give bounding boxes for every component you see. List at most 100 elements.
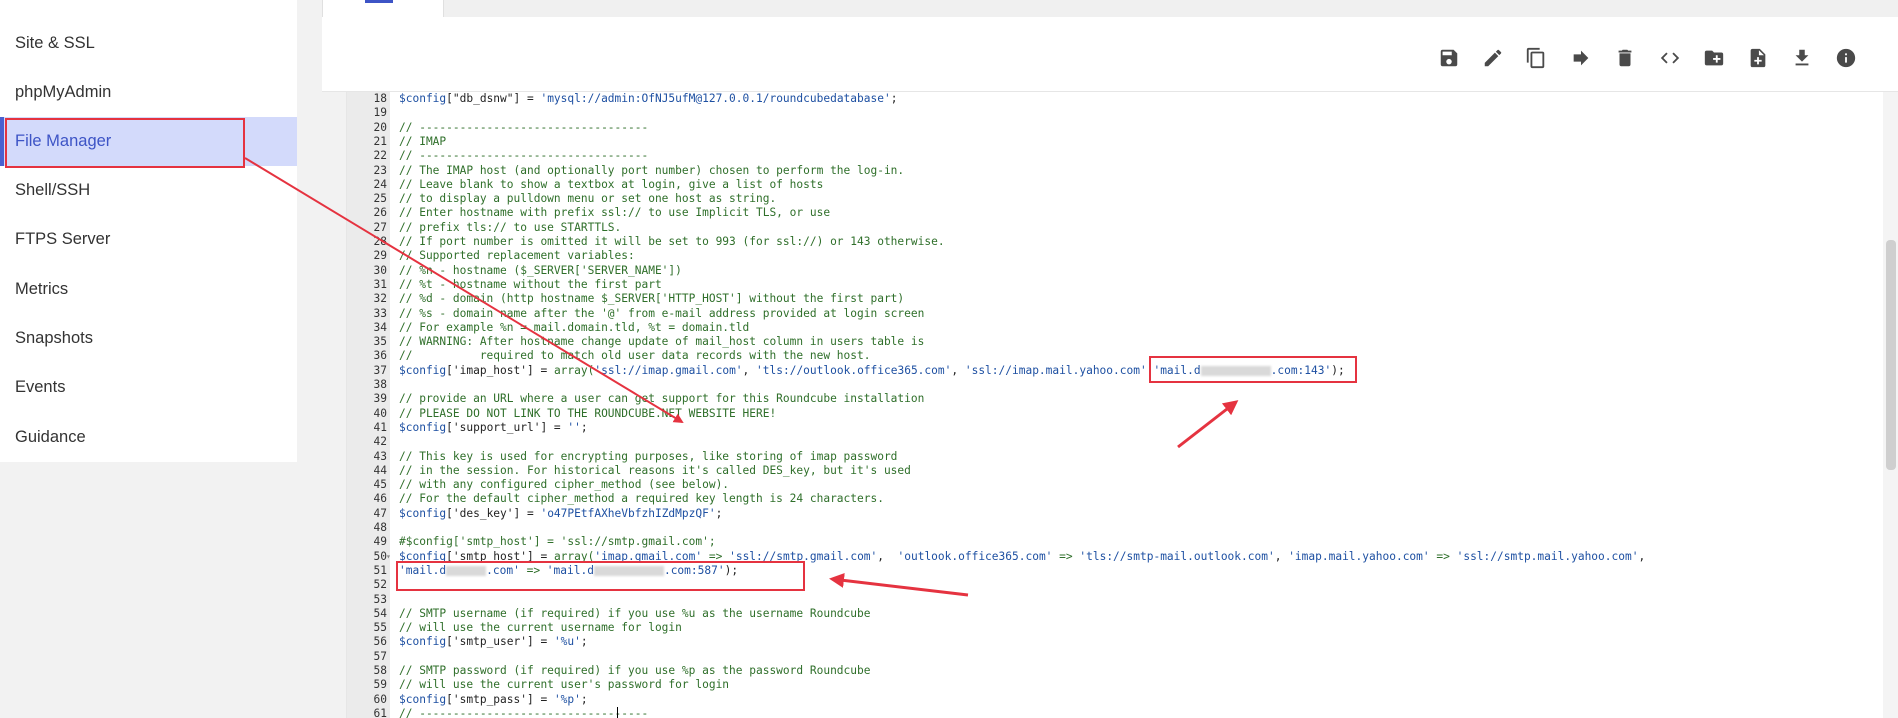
code-token: // Enter hostname with prefix ssl:// to … [399, 206, 831, 220]
code-token: ['smtp_user'] = [446, 635, 554, 649]
code-token: ['smtp_pass'] = [446, 692, 554, 706]
line-number: 58 [373, 664, 387, 677]
info-icon[interactable] [1833, 45, 1859, 71]
line-number: 43 [373, 449, 387, 463]
line-code: // ---------------------------------- [399, 149, 648, 163]
sidebar-item-snapshots[interactable]: Snapshots [0, 314, 297, 363]
code-line: 52 [347, 578, 1867, 592]
line-number: 46 [373, 492, 387, 506]
line-code: // The IMAP host (and optionally port nu… [399, 164, 904, 178]
scrollbar-thumb[interactable] [1886, 240, 1896, 470]
sidebar-item-metrics[interactable]: Metrics [0, 265, 297, 314]
code-line: 48 [347, 521, 1867, 535]
code-token: // with any configured cipher_method (se… [399, 478, 730, 492]
line-number: 28 [373, 235, 387, 248]
code-token: // This key is used for encrypting purpo… [399, 449, 898, 463]
line-code: $config['smtp_user'] = '%u'; [399, 635, 588, 649]
code-token: , [742, 363, 757, 377]
line-number: 59 [373, 678, 387, 692]
move-icon[interactable] [1568, 45, 1594, 71]
code-line: 56 $config['smtp_user'] = '%u'; [347, 635, 1867, 649]
code-token: 'ssl://smtp.mail.yahoo.com' [1456, 549, 1639, 563]
text-cursor [617, 706, 618, 718]
code-line: 32 // %d - domain (http hostname $_SERVER… [347, 292, 1867, 306]
code-token: 'ssl://imap.mail.yahoo.com' [964, 363, 1147, 377]
sidebar-item-label: Snapshots [15, 329, 93, 347]
code-token: // to display a pulldown menu or set one… [399, 192, 777, 206]
sidebar-item-phpmyadmin[interactable]: phpMyAdmin [0, 68, 297, 117]
code-token: // For example %n = mail.domain.tld, %t … [399, 320, 750, 334]
code-icon[interactable] [1657, 45, 1683, 71]
line-number: 60 [373, 692, 387, 706]
code-line: 61 // ---------------------------------- [347, 707, 1867, 718]
line-number: 23 [373, 163, 387, 177]
line-number: 35 [373, 335, 387, 349]
code-token: , [1274, 549, 1289, 563]
code-token: ['smtp_host'] = [446, 549, 554, 563]
line-code: $config['smtp_pass'] = '%p'; [399, 693, 588, 707]
code-line: 45 // with any configured cipher_method (… [347, 478, 1867, 492]
code-line: 34 // For example %n = mail.domain.tld, %… [347, 321, 1867, 335]
sidebar-item-label: Events [15, 378, 66, 396]
code-token: 'mail.d [546, 563, 594, 577]
code-token: // For the default cipher_method a requi… [399, 492, 884, 506]
code-token: ['imap_host'] = [446, 363, 554, 377]
line-code: // will use the current username for log… [399, 621, 682, 635]
code-token: // in the session. For historical reason… [399, 463, 911, 477]
sidebar-item-shell-ssh[interactable]: Shell/SSH [0, 166, 297, 215]
sidebar-item-ftps-server[interactable]: FTPS Server [0, 215, 297, 264]
line-number: 55 [373, 621, 387, 635]
new-file-icon[interactable] [1745, 45, 1771, 71]
sidebar-item-site-ssl[interactable]: Site & SSL [0, 19, 297, 68]
code-token: // Leave blank to show a textbox at logi… [399, 177, 824, 191]
fold-toggle-icon[interactable]: ▾ [386, 550, 391, 564]
line-number: 27 [373, 220, 387, 234]
code-token: // %s - domain name after the '@' from e… [399, 306, 925, 320]
line-code: // required to match old user data recor… [399, 349, 870, 363]
line-code: // %d - domain (http hostname $_SERVER['… [399, 292, 904, 306]
code-line: 25 // to display a pulldown menu or set o… [347, 192, 1867, 206]
edit-icon[interactable] [1480, 45, 1506, 71]
line-number: 40 [373, 406, 387, 420]
code-token: $config [399, 692, 447, 706]
line-code: $config['support_url'] = ''; [399, 421, 588, 435]
line-number: 19 [373, 106, 387, 120]
sidebar-item-file-manager[interactable]: File Manager [0, 117, 297, 166]
line-number: 32 [373, 292, 387, 306]
tab-editor[interactable] [322, 0, 444, 17]
line-code: #$config['smtp_host'] = 'ssl://smtp.gmai… [399, 535, 716, 549]
line-number: 26 [373, 206, 387, 220]
line-code: // PLEASE DO NOT LINK TO THE ROUNDCUBE.N… [399, 407, 776, 421]
code-token: 'mysql://admin:OfNJ5ufM@127.0.0.1/roundc… [540, 92, 891, 105]
line-code: // For example %n = mail.domain.tld, %t … [399, 321, 749, 335]
sidebar-item-label: Site & SSL [15, 34, 95, 52]
code-token: '%u' [553, 635, 581, 649]
line-number: 29 [373, 249, 387, 263]
sidebar-item-events[interactable]: Events [0, 363, 297, 412]
sidebar: Site & SSL phpMyAdmin File Manager Shell… [0, 0, 297, 462]
code-line: 23 // The IMAP host (and optionally port … [347, 164, 1867, 178]
editor-toolbar [322, 17, 1898, 92]
code-token: $config [399, 635, 447, 649]
copy-icon[interactable] [1523, 45, 1549, 71]
line-number: 56 [373, 635, 387, 649]
line-number: 21 [373, 134, 387, 148]
new-folder-icon[interactable] [1701, 45, 1727, 71]
code-line: 20 // ---------------------------------- [347, 121, 1867, 135]
sidebar-item-guidance[interactable]: Guidance [0, 413, 297, 462]
code-token: // %n - hostname ($_SERVER['SERVER_NAME'… [399, 263, 682, 277]
download-icon[interactable] [1789, 45, 1815, 71]
line-code: $config['smtp_host'] = array('imap.gmail… [399, 550, 1645, 564]
delete-icon[interactable] [1612, 45, 1638, 71]
line-number: 18 [373, 92, 387, 105]
line-code: // ---------------------------------- [399, 707, 648, 718]
save-icon[interactable] [1436, 45, 1462, 71]
code-line: 42 [347, 435, 1867, 449]
code-editor[interactable]: 18 $config["db_dsnw"] = 'mysql://admin:Of… [346, 92, 1898, 718]
line-number: 52 [373, 578, 387, 592]
line-code: // IMAP [399, 135, 446, 149]
code-token: // will use the current user's password … [399, 678, 730, 692]
line-number: 34 [373, 320, 387, 334]
editor-scrollbar[interactable] [1883, 92, 1898, 718]
code-token: 'imap.gmail.com' [594, 549, 703, 563]
